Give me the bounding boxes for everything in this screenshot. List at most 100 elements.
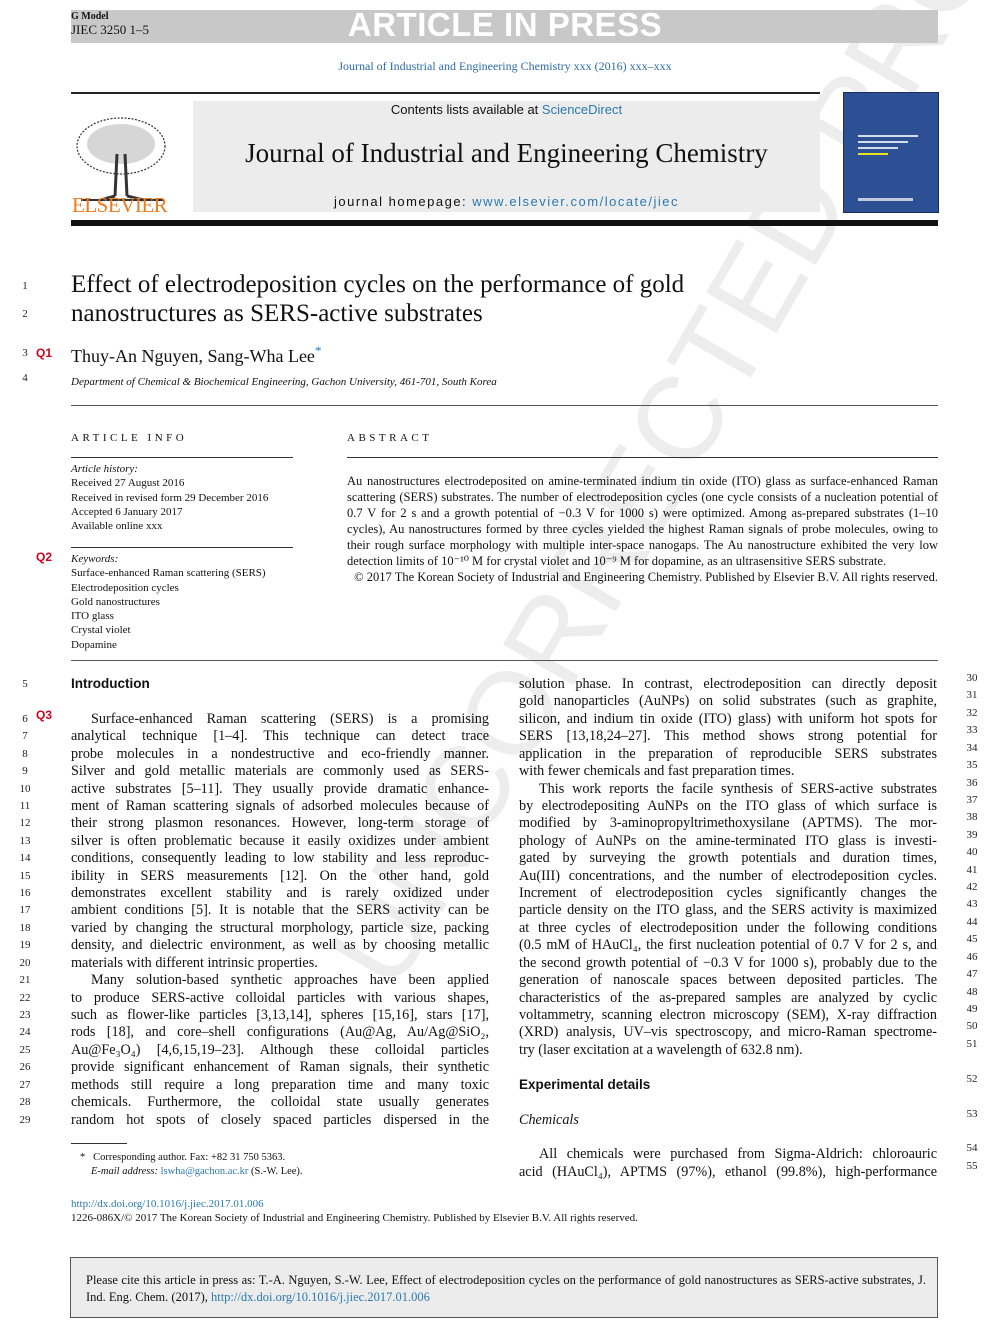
line-number: 46	[966, 950, 978, 963]
body-line: generation of nanoscale spaces between d…	[519, 972, 937, 989]
line-number: 33	[966, 724, 978, 737]
body-line: (0.5 mM of HAuCl₄, the first nucleation …	[519, 937, 937, 954]
header-rule	[71, 220, 938, 226]
line-number: 21	[19, 974, 31, 987]
line-number: 55	[966, 1159, 978, 1172]
journal-reference[interactable]: Journal of Industrial and Engineering Ch…	[0, 59, 992, 74]
line-number: 16	[19, 887, 31, 900]
keyword: Crystal violet	[71, 624, 131, 637]
body-line: probe molecules in a nondestructive and …	[71, 745, 489, 762]
body-line: modified by 3-aminopropyltrimethoxysilan…	[519, 815, 937, 832]
body-line: This work reports the facile synthesis o…	[539, 780, 937, 797]
line-number: 1	[22, 280, 28, 292]
line-number: 49	[966, 1002, 978, 1015]
keywords-label: Keywords:	[71, 553, 119, 565]
line-number: 31	[966, 689, 978, 702]
divider	[71, 457, 293, 458]
line-number: 20	[19, 956, 31, 969]
body-line: such as flower-like particles [3,13,14],…	[71, 1006, 489, 1023]
body-line: silver is often problematic because it e…	[71, 832, 489, 849]
body-line: gold nanoparticles (AuNPs) on solid subs…	[519, 693, 937, 710]
keyword: Surface-enhanced Raman scattering (SERS)	[71, 567, 266, 580]
email-suffix: (S.-W. Lee).	[248, 1166, 303, 1178]
keyword: Gold nanostructures	[71, 595, 160, 608]
divider	[71, 92, 820, 94]
sciencedirect-link[interactable]: ScienceDirect	[542, 102, 622, 117]
corresponding-author-note: Corresponding author. Fax: +82 31 750 53…	[93, 1152, 286, 1163]
line-number: 36	[966, 776, 978, 789]
line-number: 39	[966, 828, 978, 841]
body-line: gated by surveying the growth potentials…	[519, 850, 937, 867]
body-line: materials with different intrinsic prope…	[71, 954, 318, 971]
section-heading: Experimental details	[519, 1076, 651, 1092]
query-marker[interactable]: Q1	[36, 346, 52, 360]
keyword: Dopamine	[71, 638, 117, 651]
line-number: 34	[966, 741, 978, 754]
line-number: 23	[19, 1008, 31, 1021]
email-link[interactable]: lswha@gachon.ac.kr	[161, 1166, 249, 1177]
line-number: 29	[19, 1113, 31, 1126]
history-item: Received 27 August 2016	[71, 477, 185, 490]
homepage-prefix: journal homepage:	[333, 194, 473, 209]
issn-copyright: 1226-086X/© 2017 The Korean Society of I…	[71, 1212, 638, 1224]
line-number: 54	[966, 1142, 978, 1155]
line-number: 18	[19, 921, 31, 934]
keyword: ITO glass	[71, 610, 114, 623]
body-line: rods [18], and core–shell configurations…	[71, 1024, 489, 1041]
line-number: 40	[966, 846, 978, 859]
line-number: 51	[966, 1037, 978, 1050]
body-line: Au@Fe₃O₄) [4,6,15,19–23]. Although these…	[71, 1041, 489, 1058]
body-line: Many solution-based synthetic approaches…	[91, 972, 489, 989]
citation-doi-link[interactable]: http://dx.doi.org/10.1016/j.jiec.2017.01…	[211, 1290, 430, 1304]
line-number: 30	[966, 672, 978, 684]
subsection-heading: Chemicals	[519, 1111, 579, 1128]
body-line: characteristics of the as-prepared sampl…	[519, 989, 937, 1006]
body-line: voltammetry, scanning electron microscop…	[519, 1006, 937, 1023]
article-in-press-label: ARTICLE IN PRESS	[347, 6, 663, 43]
line-number: 13	[19, 834, 31, 847]
footnote-mark: *	[80, 1152, 86, 1163]
body-line: random hot spots of closely spaced parti…	[71, 1111, 489, 1128]
body-line: by electrodepositing AuNPs on the ITO gl…	[519, 797, 937, 814]
line-number: 11	[19, 799, 31, 812]
line-number: 44	[966, 915, 978, 928]
line-number: 42	[966, 881, 978, 894]
history-item: Available online xxx	[71, 520, 163, 533]
body-line: density, and dielectric environment, as …	[71, 937, 489, 954]
body-line: Silver and gold metallic materials are c…	[71, 763, 489, 780]
homepage-link[interactable]: www.elsevier.com/locate/jiec	[472, 194, 679, 209]
body-line: their strong plasmon resonances. However…	[71, 815, 489, 832]
history-item: Received in revised form 29 December 201…	[71, 491, 269, 504]
abstract-copyright: © 2017 The Korean Society of Industrial …	[354, 570, 938, 584]
body-line: methods still require a long preparation…	[71, 1076, 489, 1093]
query-marker[interactable]: Q2	[36, 550, 52, 564]
line-number: 38	[966, 811, 978, 824]
body-line: Surface-enhanced Raman scattering (SERS)…	[91, 710, 489, 727]
line-number: 2	[22, 308, 28, 320]
query-marker[interactable]: Q3	[36, 708, 52, 722]
history-item: Accepted 6 January 2017	[71, 505, 183, 518]
title-line: Effect of electrodeposition cycles on th…	[71, 271, 685, 298]
citation-text: Please cite this article in press as: T.…	[86, 1272, 926, 1306]
divider	[71, 547, 293, 548]
divider	[71, 405, 938, 406]
line-number: 45	[966, 933, 978, 946]
journal-cover-image	[843, 92, 939, 213]
doi-link[interactable]: http://dx.doi.org/10.1016/j.jiec.2017.01…	[71, 1198, 264, 1210]
line-number: 22	[19, 991, 31, 1004]
line-number: 32	[966, 706, 978, 719]
corresponding-author-mark[interactable]: *	[315, 343, 322, 358]
line-number: 6	[22, 712, 28, 725]
line-number: 7	[22, 730, 28, 743]
abstract-heading: ABSTRACT	[347, 432, 433, 444]
line-number: 43	[966, 898, 978, 911]
section-heading: Introduction	[71, 676, 150, 691]
line-number: 41	[966, 863, 978, 876]
keywords: Keywords: Surface-enhanced Raman scatter…	[71, 552, 266, 652]
body-line: try (laser excitation at a wavelength of…	[519, 1041, 803, 1058]
contents-prefix: Contents lists available at	[390, 102, 542, 117]
body-line: demonstrates excellent stability and is …	[71, 885, 489, 902]
body-line: the second growth potential of −0.3 V fo…	[519, 954, 937, 971]
authors: Thuy-An Nguyen, Sang-Wha Lee*	[71, 343, 321, 367]
body-line: to produce SERS-active colloidal particl…	[71, 989, 489, 1006]
